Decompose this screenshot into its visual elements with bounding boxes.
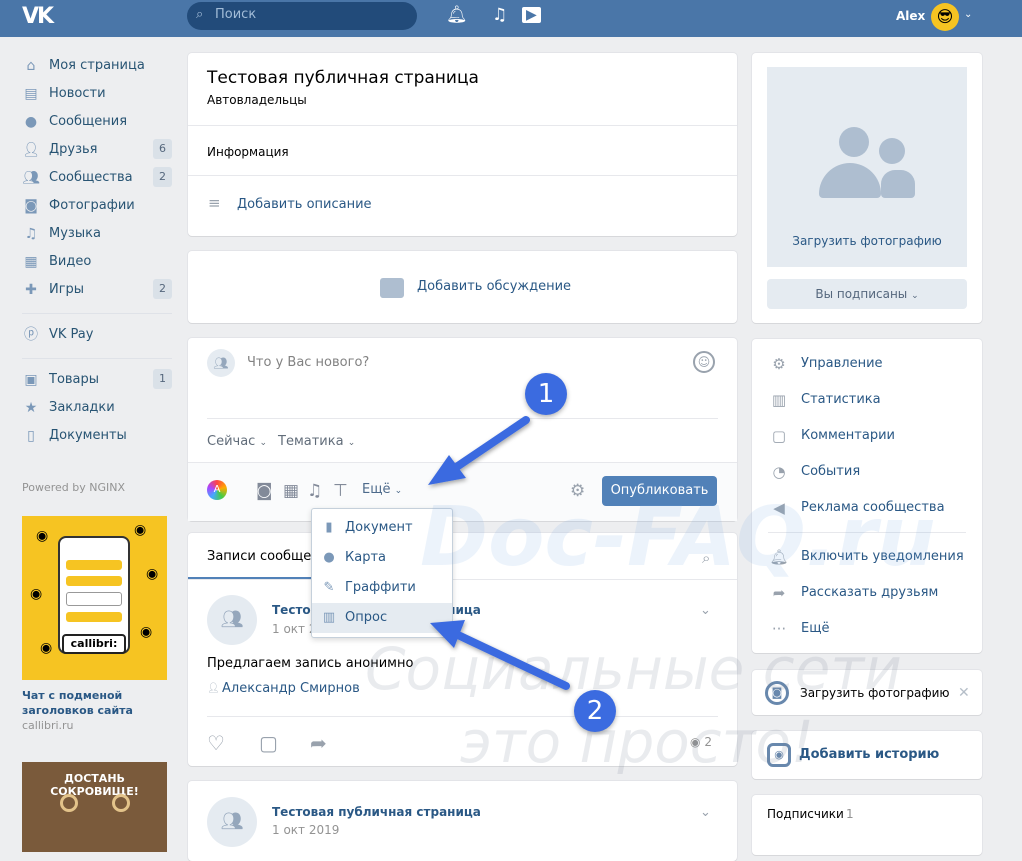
step-badge-1: 1 bbox=[525, 373, 567, 415]
arrow-1 bbox=[428, 416, 530, 485]
step-badge-2: 2 bbox=[574, 690, 616, 732]
arrow-2 bbox=[430, 620, 570, 690]
annotation-arrows bbox=[428, 416, 570, 690]
